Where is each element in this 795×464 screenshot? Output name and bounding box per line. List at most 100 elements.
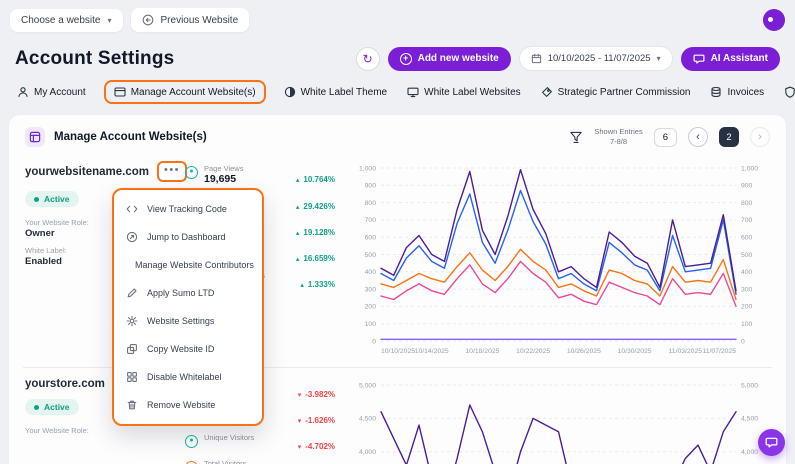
pencil-icon — [126, 287, 138, 299]
stat-unique-visitors: ● Unique Visitors ▾-4.702% — [185, 433, 335, 451]
previous-website-label: Previous Website — [161, 15, 239, 26]
svg-text:0: 0 — [372, 339, 376, 346]
filter-icon[interactable] — [569, 130, 583, 144]
svg-text:10/10/2025: 10/10/2025 — [381, 348, 415, 355]
menu-item-copy-website-id[interactable]: Copy Website ID — [114, 335, 262, 363]
card-title: Manage Account Website(s) — [54, 131, 207, 143]
site1-more-options-button[interactable]: ••• — [157, 161, 187, 182]
plus-icon: + — [400, 53, 412, 65]
tab-white-label-websites[interactable]: White Label Websites — [405, 81, 523, 103]
trend-up-icon: ▴ — [296, 255, 300, 263]
site2-role-label: Your Website Role: — [25, 426, 173, 435]
site1-status-badge: Active — [25, 191, 79, 207]
gear-icon — [126, 315, 138, 327]
previous-website-button[interactable]: Previous Website — [131, 8, 250, 32]
svg-text:11/07/2025: 11/07/2025 — [702, 348, 736, 355]
svg-text:700: 700 — [741, 217, 753, 224]
svg-text:1,000: 1,000 — [359, 166, 376, 173]
svg-text:500: 500 — [741, 252, 753, 259]
next-page-button[interactable]: › — [750, 127, 770, 147]
chevron-down-icon: ▾ — [108, 16, 112, 25]
tab-manage-account-websites[interactable]: Manage Account Website(s) — [104, 80, 266, 104]
date-range-picker[interactable]: 10/10/2025 - 11/07/2025 ▾ — [519, 46, 673, 71]
websites-card-icon — [25, 127, 45, 147]
invoices-icon — [710, 86, 722, 98]
svg-text:1,000: 1,000 — [741, 166, 758, 173]
svg-text:10/22/2025: 10/22/2025 — [516, 348, 550, 355]
svg-text:10/30/2025: 10/30/2025 — [618, 348, 652, 355]
date-range-value: 10/10/2025 - 11/07/2025 — [548, 53, 651, 64]
grid-icon — [126, 371, 138, 383]
tab-invoices[interactable]: Invoices — [708, 81, 766, 103]
site1-name: yourwebsitename.com — [25, 166, 149, 178]
site2-status-badge: Active — [25, 399, 79, 415]
trend-up-icon: ▴ — [296, 203, 300, 211]
site1-chart-area: 0010010020020030030040040050050060060070… — [347, 161, 770, 357]
svg-text:800: 800 — [365, 200, 377, 207]
choose-website-label: Choose a website — [21, 15, 101, 26]
website-options-menu: View Tracking Code Jump to Dashboard Man… — [112, 188, 264, 426]
shield-icon — [784, 86, 795, 98]
menu-item-manage-website-contributors[interactable]: Manage Website Contributors — [114, 251, 262, 279]
site2-name: yourstore.com — [25, 378, 105, 390]
trend-down-icon: ▾ — [298, 417, 302, 425]
chat-fab-button[interactable] — [758, 429, 785, 456]
svg-text:900: 900 — [741, 183, 753, 190]
topbar: Choose a website ▾ Previous Website — [0, 0, 795, 40]
user-icon — [17, 86, 29, 98]
ai-assistant-button[interactable]: AI Assistant — [681, 47, 780, 71]
svg-text:300: 300 — [365, 287, 377, 294]
choose-website-dropdown[interactable]: Choose a website ▾ — [10, 9, 123, 32]
svg-text:4,000: 4,000 — [359, 449, 376, 456]
copy-icon — [126, 343, 138, 355]
svg-text:700: 700 — [365, 217, 377, 224]
dashboard-icon — [126, 231, 138, 243]
current-page-indicator: 2 — [719, 127, 739, 147]
stat-total-visitors: ● Total Visitors 12,094▾-2.844% — [185, 459, 335, 464]
svg-text:10/14/2025: 10/14/2025 — [415, 348, 449, 355]
card-header: Manage Account Website(s) Shown Entries … — [23, 125, 772, 157]
calendar-icon — [531, 53, 542, 64]
svg-text:5,000: 5,000 — [359, 383, 376, 390]
menu-item-apply-sumo-ltd[interactable]: Apply Sumo LTD — [114, 279, 262, 307]
refresh-icon: ↻ — [363, 52, 373, 66]
site1-chart: 0010010020020030030040040050050060060070… — [347, 161, 772, 357]
svg-text:200: 200 — [741, 304, 753, 311]
chevron-left-icon: ‹ — [696, 132, 700, 143]
svg-text:800: 800 — [741, 200, 753, 207]
site2-chart: 2,5002,5003,0003,0003,5003,5004,0004,000… — [347, 378, 772, 464]
avatar[interactable] — [763, 9, 785, 31]
card-controls: Shown Entries 7-8/8 6 ‹ 2 › — [569, 127, 770, 147]
site2-chart-area: 2,5002,5003,0003,0003,5003,5004,0004,000… — [347, 378, 770, 464]
arrow-left-circle-icon — [142, 14, 154, 26]
menu-item-website-settings[interactable]: Website Settings — [114, 307, 262, 335]
refresh-button[interactable]: ↻ — [356, 47, 380, 71]
tab-strategic-partner-commission[interactable]: Strategic Partner Commission — [539, 81, 693, 103]
chat-icon — [693, 53, 705, 65]
svg-text:4,500: 4,500 — [359, 416, 376, 423]
svg-text:400: 400 — [741, 269, 753, 276]
svg-text:4,500: 4,500 — [741, 416, 758, 423]
add-new-website-button[interactable]: + Add new website — [388, 47, 511, 71]
page-size-select[interactable]: 6 — [654, 128, 677, 147]
contrast-icon — [284, 86, 296, 98]
svg-text:200: 200 — [365, 304, 377, 311]
menu-item-remove-website[interactable]: Remove Website — [114, 391, 262, 419]
tag-icon — [541, 86, 553, 98]
menu-item-view-tracking-code[interactable]: View Tracking Code — [114, 195, 262, 223]
tab-my-account[interactable]: My Account — [15, 81, 88, 103]
svg-text:400: 400 — [365, 269, 377, 276]
menu-item-disable-whitelabel[interactable]: Disable Whitelabel — [114, 363, 262, 391]
trash-icon — [126, 399, 138, 411]
tab-privacy-consents[interactable]: Privacy Consents — [782, 81, 795, 103]
svg-text:0: 0 — [741, 339, 745, 346]
menu-item-jump-to-dashboard[interactable]: Jump to Dashboard — [114, 223, 262, 251]
prev-page-button[interactable]: ‹ — [688, 127, 708, 147]
page-header: Account Settings ↻ + Add new website 10/… — [0, 40, 795, 80]
stat-page-views: ● Page Views 19,695▴10.764% — [185, 164, 335, 185]
svg-text:10/26/2025: 10/26/2025 — [567, 348, 601, 355]
tab-white-label-theme[interactable]: White Label Theme — [282, 81, 390, 103]
chevron-down-icon: ▾ — [657, 54, 661, 63]
svg-text:11/03/2025: 11/03/2025 — [669, 348, 703, 355]
trend-up-icon: ▴ — [296, 176, 300, 184]
